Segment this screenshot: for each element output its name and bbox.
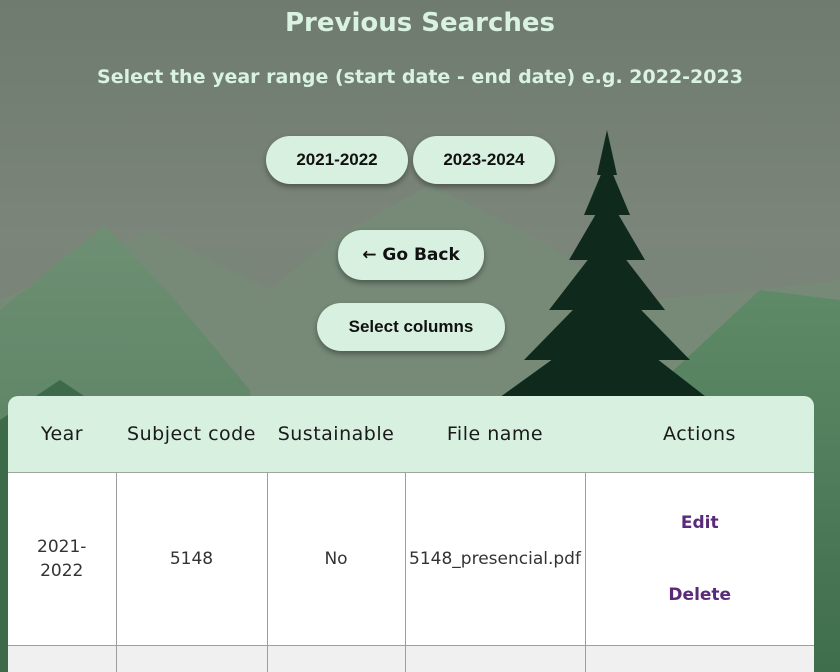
cell-empty [8, 645, 117, 672]
cell-empty [405, 645, 586, 672]
year-range-button-2023-2024[interactable]: 2023-2024 [413, 136, 555, 184]
cell-file-name: 5148_presencial.pdf [405, 472, 586, 646]
header-subject-code: Subject code [116, 396, 267, 473]
page-title: Previous Searches [284, 8, 556, 38]
select-columns-button[interactable]: Select columns [317, 303, 505, 351]
cell-empty [116, 645, 268, 672]
header-file-name: File name [405, 396, 585, 473]
header-year: Year [8, 396, 116, 473]
go-back-button[interactable]: ← Go Back [338, 230, 484, 280]
header-sustainable: Sustainable [267, 396, 405, 473]
edit-link[interactable]: Edit [587, 513, 814, 533]
searches-table-container: Year Subject code Sustainable File name … [8, 396, 814, 672]
table-header-row: Year Subject code Sustainable File name … [8, 396, 814, 473]
cell-sustainable: No [267, 472, 406, 646]
cell-actions: Edit Delete [585, 472, 814, 646]
year-range-button-2021-2022[interactable]: 2021-2022 [266, 136, 408, 184]
searches-table: Year Subject code Sustainable File name … [8, 396, 814, 672]
cell-empty [267, 645, 406, 672]
page-subtitle: Select the year range (start date - end … [97, 66, 743, 88]
delete-link[interactable]: Delete [587, 585, 814, 605]
cell-empty [585, 645, 814, 672]
cell-year: 2021-2022 [8, 472, 117, 646]
year-value: 2021-2022 [37, 537, 87, 581]
header-actions: Actions [585, 396, 814, 473]
table-row [8, 645, 814, 672]
cell-subject-code: 5148 [116, 472, 268, 646]
table-row: 2021-2022 5148 No 5148_presencial.pdf Ed… [8, 472, 814, 646]
